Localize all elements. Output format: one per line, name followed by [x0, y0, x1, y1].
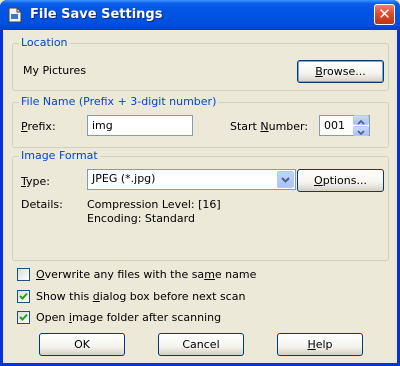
scanner-icon [8, 7, 22, 23]
chevron-down-icon[interactable] [277, 171, 294, 188]
type-select[interactable]: JPEG (*.jpg) [87, 169, 296, 190]
dialog-body: Location My Pictures Browse... File Name… [3, 30, 397, 363]
file-name-group-label: File Name (Prefix + 3-digit number) [19, 95, 219, 108]
location-group: Location My Pictures Browse... [12, 36, 389, 91]
cancel-button[interactable]: Cancel [158, 333, 244, 356]
ok-button[interactable]: OK [39, 333, 125, 356]
type-label: Type: [21, 175, 50, 188]
location-group-label: Location [19, 36, 70, 49]
browse-accesskey: B [315, 65, 323, 78]
encoding-text: Encoding: Standard [87, 212, 195, 225]
open-folder-label: Open image folder after scanning [36, 311, 222, 324]
title-bar[interactable]: File Save Settings ✕ [0, 0, 400, 30]
image-format-group-label: Image Format [19, 149, 100, 162]
details-label: Details: [21, 198, 63, 211]
start-number-spinner[interactable] [353, 115, 369, 136]
checkbox-checked-icon[interactable] [17, 311, 30, 324]
window-title: File Save Settings [30, 7, 163, 22]
overwrite-checkbox[interactable]: Overwrite any files with the same name [17, 268, 256, 281]
options-button[interactable]: Options... [297, 169, 384, 192]
overwrite-label: Overwrite any files with the same name [36, 268, 257, 281]
file-name-group: File Name (Prefix + 3-digit number) Pref… [12, 95, 389, 148]
prefix-input[interactable]: img [87, 115, 193, 136]
location-path: My Pictures [23, 64, 87, 77]
start-number-label: Start Number: [230, 120, 309, 133]
show-dialog-label: Show this dialog box before next scan [36, 290, 246, 303]
type-select-value: JPEG (*.jpg) [92, 172, 156, 185]
image-format-group: Image Format Type: JPEG (*.jpg) Options.… [12, 149, 389, 261]
close-button[interactable]: ✕ [374, 4, 395, 25]
open-folder-checkbox[interactable]: Open image folder after scanning [17, 311, 221, 324]
compression-level-text: Compression Level: [16] [87, 198, 221, 211]
checkbox-checked-icon[interactable] [17, 290, 30, 303]
checkbox-unchecked-icon[interactable] [17, 268, 30, 281]
show-dialog-checkbox[interactable]: Show this dialog box before next scan [17, 290, 245, 303]
help-button[interactable]: Help [277, 333, 363, 356]
spin-down-icon[interactable] [353, 126, 369, 136]
prefix-label: Prefix: [21, 120, 56, 133]
file-save-settings-dialog: File Save Settings ✕ Location My Picture… [0, 0, 400, 366]
browse-button[interactable]: Browse... [297, 60, 384, 83]
spin-up-icon[interactable] [353, 115, 369, 125]
